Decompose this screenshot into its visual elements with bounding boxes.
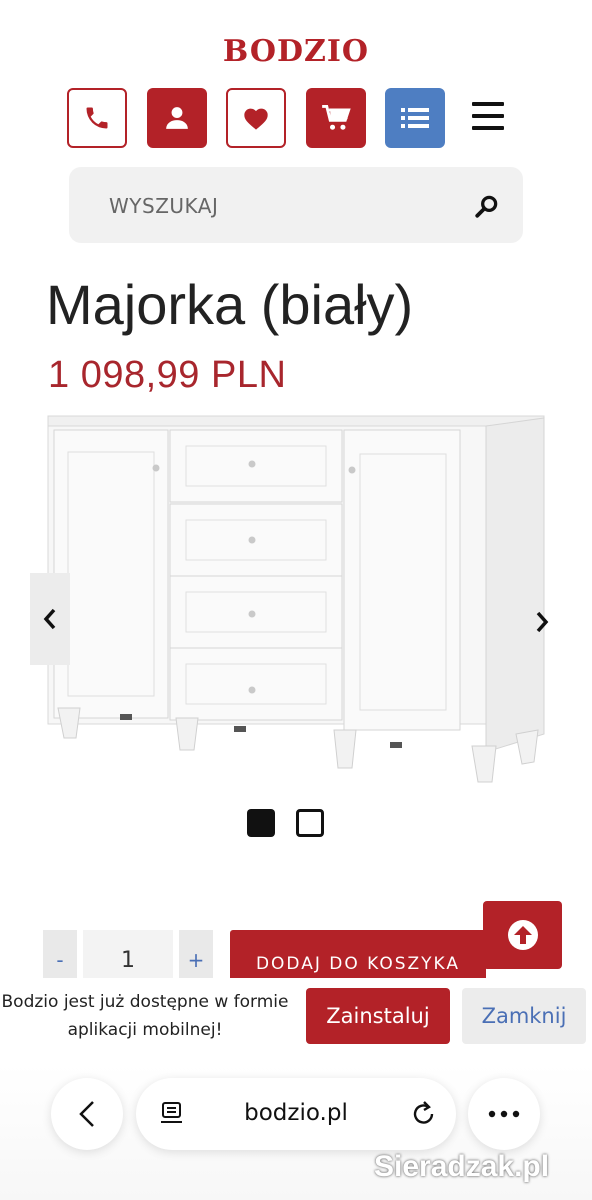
more-icon	[488, 1110, 520, 1118]
page: BODZIO Majorka (biały) 1 098,99 PLN	[0, 0, 592, 1200]
reload-icon[interactable]	[411, 1099, 437, 1127]
heart-icon	[244, 108, 268, 130]
product-title: Majorka (biały)	[46, 273, 414, 336]
product-image	[47, 415, 545, 783]
gallery-prev-button[interactable]	[30, 573, 70, 665]
search-bar	[69, 167, 523, 243]
search-icon[interactable]	[474, 193, 500, 219]
list-icon	[401, 108, 429, 128]
site-logo[interactable]: BODZIO	[0, 34, 592, 69]
reader-mode-icon[interactable]	[160, 1101, 184, 1127]
scroll-to-top-button[interactable]	[483, 901, 562, 969]
watermark: Sieradzak.pl	[374, 1150, 550, 1183]
url-text: bodzio.pl	[244, 1100, 348, 1126]
install-app-button[interactable]: Zainstaluj	[306, 988, 450, 1044]
gallery-dot-2[interactable]	[296, 809, 324, 837]
menu-icon[interactable]	[472, 102, 504, 130]
chevron-left-icon	[43, 608, 56, 630]
chevron-right-icon	[536, 611, 549, 633]
user-icon	[166, 107, 188, 129]
search-input[interactable]	[109, 191, 449, 221]
account-button[interactable]	[147, 88, 207, 148]
app-banner-message: Bodzio jest już dostępne w formie aplika…	[1, 992, 289, 1040]
product-price: 1 098,99 PLN	[48, 354, 287, 396]
phone-icon	[86, 107, 108, 129]
chevron-left-icon	[79, 1101, 94, 1127]
browser-back-button[interactable]	[51, 1078, 123, 1150]
categories-button[interactable]	[385, 88, 445, 148]
cart-icon	[322, 105, 351, 130]
close-banner-button[interactable]: Zamknij	[462, 988, 586, 1044]
gallery-dot-1[interactable]	[247, 809, 275, 837]
arrow-up-circle-icon	[507, 920, 538, 950]
browser-more-button[interactable]	[468, 1078, 540, 1150]
wishlist-button[interactable]	[226, 88, 286, 148]
cart-button[interactable]	[306, 88, 366, 148]
gallery-next-button[interactable]	[528, 602, 556, 642]
phone-button[interactable]	[67, 88, 127, 148]
